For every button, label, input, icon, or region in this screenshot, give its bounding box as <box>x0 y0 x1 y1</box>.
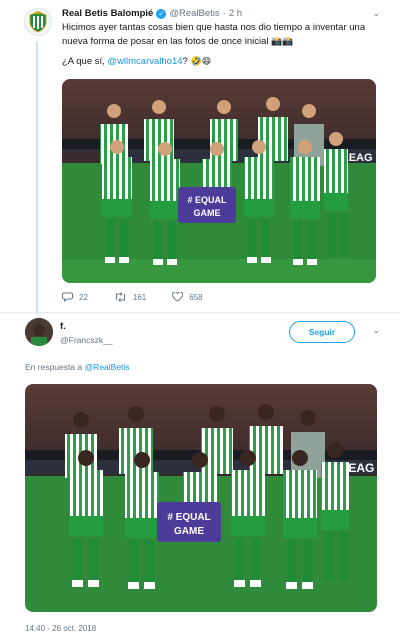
verified-badge-icon: ✓ <box>156 8 167 19</box>
like-action[interactable]: 658 <box>172 292 203 302</box>
reply-timestamp[interactable]: 14:40 - 26 oct. 2018 <box>25 624 96 633</box>
team-photo[interactable]: LEAG # EQUAL GAME <box>62 79 376 283</box>
avatar-image <box>25 318 53 346</box>
reply-action[interactable]: 22 <box>62 292 88 302</box>
betis-crest-icon <box>29 11 47 33</box>
reply-photo[interactable]: LEAG # EQUAL GAME <box>25 384 377 612</box>
camera-flash-icon: 📸 <box>271 35 283 46</box>
photo2-banner-line1: # EQUAL <box>167 512 210 523</box>
retweet-icon <box>115 292 125 302</box>
retweet-count: 161 <box>132 292 147 302</box>
tweet-question: ¿A que sí, <box>62 56 108 67</box>
mention-link[interactable]: @wllmcarvalho14 <box>107 56 182 67</box>
follow-button[interactable]: Seguir <box>289 321 355 343</box>
reply-author-handle[interactable]: @Francszk__ <box>60 335 113 345</box>
tweet-text-line1: Hicimos ayer tantas cosas bien que hasta… <box>62 22 366 47</box>
original-tweet: Real Betis Balompié ✓ @RealBetis · 2 h ⌄… <box>0 0 400 314</box>
retweet-action[interactable]: 161 <box>114 292 146 302</box>
photo1-banner-line2: GAME <box>194 208 221 218</box>
reply-author-avatar[interactable] <box>25 318 53 346</box>
rofl-emoji-icon: 🤣 <box>190 56 202 66</box>
photo2-banner-line2: GAME <box>174 526 204 537</box>
reply-context: En respuesta a @RealBetis <box>25 362 130 372</box>
tweet-text: Hicimos ayer tantas cosas bien que hasta… <box>62 22 378 76</box>
photo1-banner-line1: # EQUAL <box>187 195 227 205</box>
chevron-down-icon[interactable]: ⌄ <box>372 325 380 336</box>
team-photo-image: LEAG # EQUAL GAME <box>62 79 376 283</box>
tweet-age[interactable]: 2 h <box>229 8 242 19</box>
grin-emoji-icon: 😄 <box>201 56 212 66</box>
tweet-header: Real Betis Balompié ✓ @RealBetis · 2 h <box>62 8 242 19</box>
real-betis-avatar[interactable] <box>24 8 52 36</box>
reply-count: 22 <box>79 292 88 302</box>
heart-icon <box>172 292 184 302</box>
reply-photo-image: LEAG # EQUAL GAME <box>25 384 377 612</box>
author-handle[interactable]: @RealBetis <box>169 8 219 19</box>
author-name[interactable]: Real Betis Balompié <box>62 8 153 19</box>
tweet-question-end: ? <box>182 56 188 67</box>
thread-connector-line <box>36 42 38 314</box>
camera-flash-icon: 📸 <box>282 35 294 46</box>
tweet-actions: 22 161 658 <box>62 292 229 302</box>
reply-to-handle[interactable]: @RealBetis <box>85 362 130 372</box>
tweet-divider <box>0 312 400 313</box>
reply-icon <box>62 292 73 302</box>
chevron-down-icon[interactable]: ⌄ <box>372 8 380 19</box>
reply-author-name[interactable]: f. <box>60 321 66 332</box>
like-count: 658 <box>189 292 203 302</box>
header-separator: · <box>222 8 226 19</box>
reply-to-prefix: En respuesta a <box>25 362 85 372</box>
